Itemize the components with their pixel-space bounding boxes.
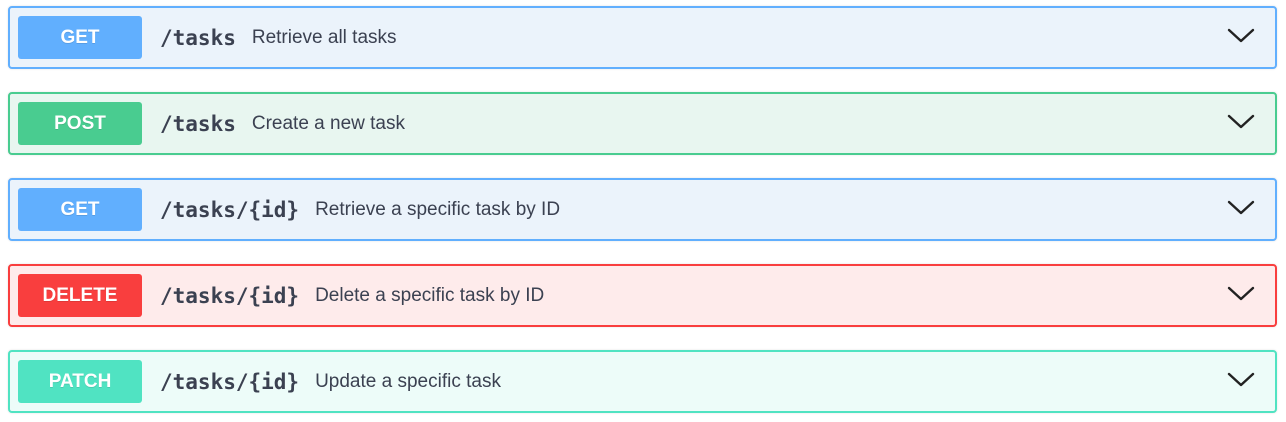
operation-summary: Update a specific task: [315, 370, 501, 392]
operation-path: /tasks/{id}: [160, 197, 300, 222]
operation-path: /tasks/{id}: [160, 283, 300, 308]
operation-summary: Create a new task: [251, 112, 405, 134]
chevron-down-icon[interactable]: [1227, 28, 1255, 44]
method-badge: DELETE: [18, 274, 142, 317]
chevron-down-icon[interactable]: [1227, 372, 1255, 388]
operation-path: /tasks: [160, 25, 236, 50]
operation-get-tasks[interactable]: GET /tasks Retrieve all tasks: [8, 6, 1277, 69]
operation-patch-task[interactable]: PATCH /tasks/{id} Update a specific task: [8, 350, 1277, 413]
operation-get-task-by-id[interactable]: GET /tasks/{id} Retrieve a specific task…: [8, 178, 1277, 241]
method-badge: PATCH: [18, 360, 142, 403]
operation-post-tasks[interactable]: POST /tasks Create a new task: [8, 92, 1277, 155]
chevron-down-icon[interactable]: [1227, 286, 1255, 302]
method-badge: GET: [18, 188, 142, 231]
operation-summary: Retrieve a specific task by ID: [315, 198, 561, 220]
operation-summary: Retrieve all tasks: [251, 26, 397, 48]
method-badge: GET: [18, 16, 142, 59]
operations-list: GET /tasks Retrieve all tasks POST /task…: [8, 6, 1277, 413]
chevron-down-icon[interactable]: [1227, 114, 1255, 130]
operation-delete-task[interactable]: DELETE /tasks/{id} Delete a specific tas…: [8, 264, 1277, 327]
operation-path: /tasks/{id}: [160, 369, 300, 394]
operation-summary: Delete a specific task by ID: [315, 284, 545, 306]
chevron-down-icon[interactable]: [1227, 200, 1255, 216]
method-badge: POST: [18, 102, 142, 145]
operation-path: /tasks: [160, 111, 236, 136]
